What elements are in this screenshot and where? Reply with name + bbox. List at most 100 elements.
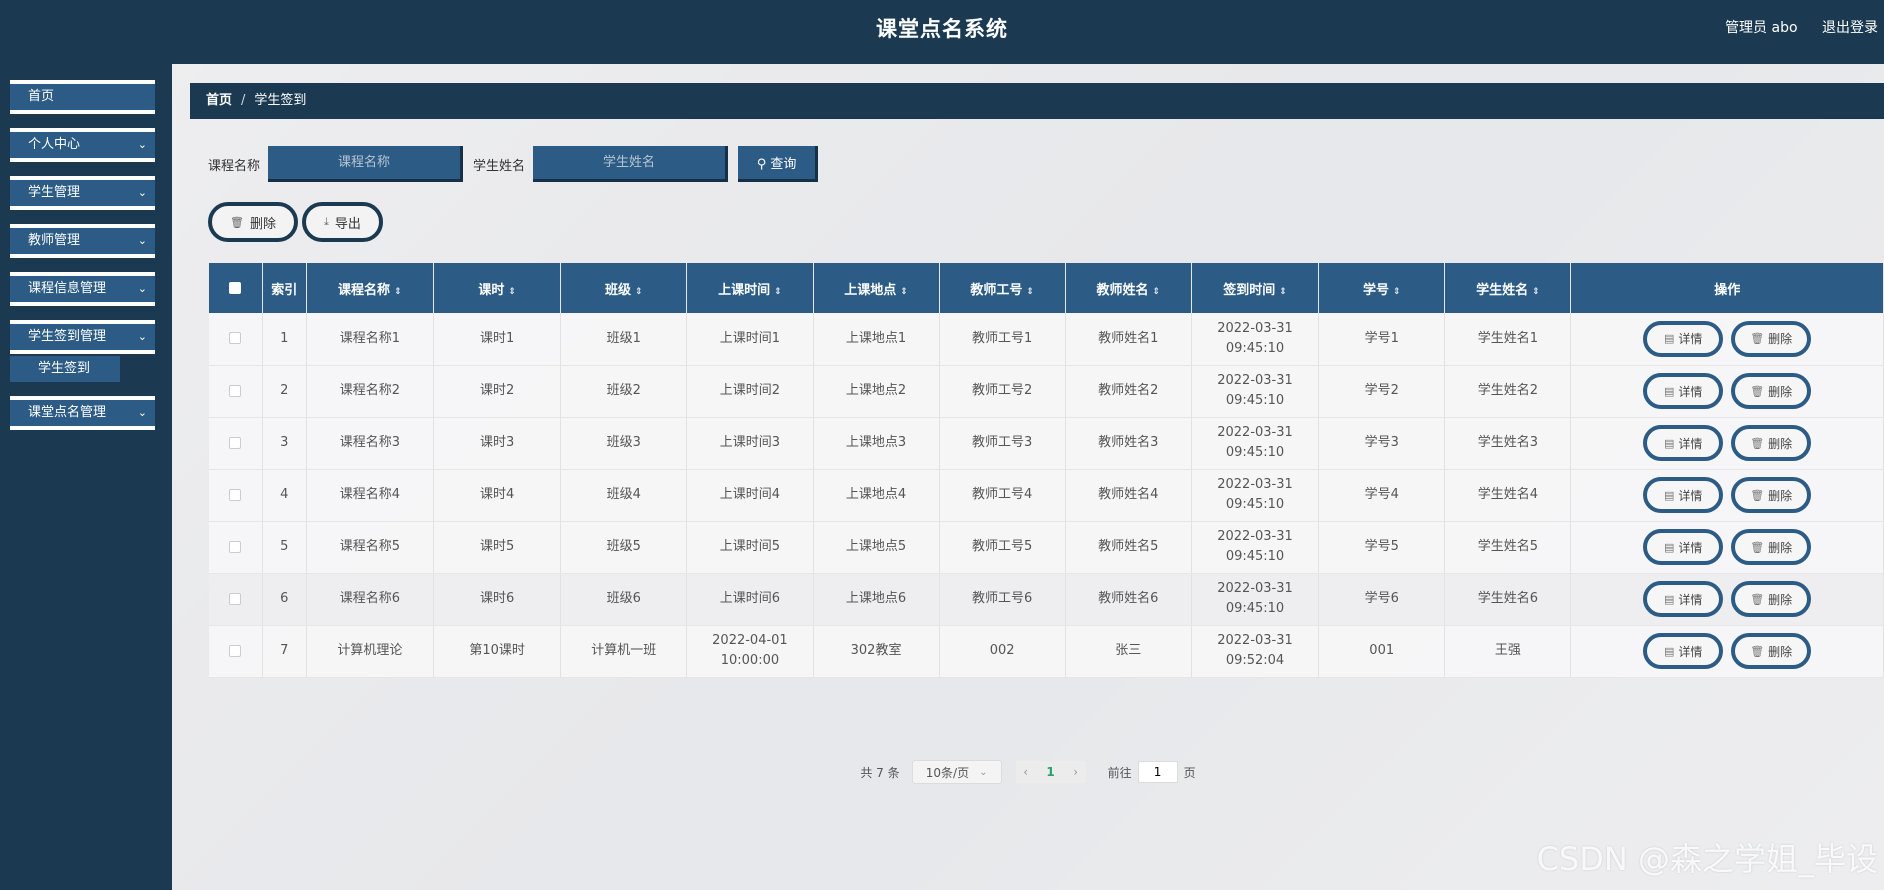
table-cell: 002	[939, 625, 1066, 678]
page-unit-label: 页	[1183, 765, 1196, 780]
table-cell: 班级1	[560, 313, 688, 366]
export-button[interactable]: ⤓ 导出	[301, 202, 383, 242]
table-cell: 班级6	[560, 573, 688, 626]
table-cell: 课程名称3	[306, 417, 434, 470]
sort-icon[interactable]: ⇕	[635, 287, 643, 297]
column-header[interactable]: 学号 ⇕	[1318, 263, 1446, 313]
column-header-label: 操作	[1714, 282, 1741, 298]
row-checkbox[interactable]	[229, 644, 242, 657]
table-cell: 班级4	[560, 469, 688, 522]
goto-page-input[interactable]	[1137, 761, 1178, 783]
row-checkbox[interactable]	[229, 592, 242, 605]
table-row: 1 课程名称1 课时1 班级1 上课时间1 上课地点1 教师工号1 教师姓名1 2022-03-…	[209, 313, 1884, 366]
column-header[interactable]: 教师工号 ⇕	[939, 263, 1066, 313]
table-cell: 5	[262, 521, 307, 574]
detail-button-label: 详情	[1678, 644, 1703, 659]
row-checkbox[interactable]	[229, 436, 242, 449]
column-header[interactable]: 教师姓名 ⇕	[1065, 263, 1192, 313]
row-checkbox[interactable]	[229, 540, 242, 553]
page-navigator: ‹ 1 ›	[1015, 761, 1086, 783]
breadcrumb-home[interactable]: 首页	[206, 93, 232, 108]
sidebar-item-4[interactable]: 课程信息管理 ⌄	[10, 272, 155, 306]
sort-icon[interactable]: ⇕	[1393, 287, 1401, 297]
query-button[interactable]: ⚲ 查询	[738, 146, 819, 182]
sidebar-item-label: 个人中心	[28, 137, 81, 152]
batch-delete-button[interactable]: 🗑 删除	[208, 202, 298, 242]
delete-button-label: 删除	[1768, 540, 1793, 555]
detail-button[interactable]: ▤ 详情	[1643, 633, 1724, 669]
sidebar-item-0[interactable]: 首页	[10, 80, 155, 114]
delete-button[interactable]: 🗑 删除	[1731, 477, 1812, 513]
table-cell: 2022-03-31 09:45:10	[1191, 573, 1320, 626]
student-name-input[interactable]	[533, 146, 729, 182]
sort-icon[interactable]: ⇕	[900, 287, 908, 297]
table-cell: 课时2	[433, 365, 562, 418]
sort-icon[interactable]: ⇕	[1532, 287, 1540, 297]
sort-icon[interactable]: ⇕	[1026, 287, 1034, 297]
delete-button[interactable]: 🗑 删除	[1731, 373, 1812, 409]
prev-page-icon[interactable]: ‹	[1016, 765, 1036, 779]
delete-button[interactable]: 🗑 删除	[1731, 633, 1812, 669]
delete-button[interactable]: 🗑 删除	[1731, 425, 1812, 461]
detail-button[interactable]: ▤ 详情	[1643, 477, 1724, 513]
table-cell: 课程名称1	[306, 313, 434, 366]
sort-icon[interactable]: ⇕	[1153, 287, 1161, 297]
goto-label: 前往	[1107, 765, 1132, 780]
table-row: 4 课程名称4 课时4 班级4 上课时间4 上课地点4 教师工号4 教师姓名4 2022-03-…	[209, 469, 1884, 522]
current-user: 管理员 abo	[1725, 20, 1798, 36]
delete-button[interactable]: 🗑 删除	[1731, 320, 1812, 357]
detail-button[interactable]: ▤ 详情	[1643, 529, 1724, 565]
next-page-icon[interactable]: ›	[1066, 765, 1086, 779]
table-cell: 课程名称2	[306, 365, 434, 418]
column-header[interactable]: 签到时间 ⇕	[1191, 263, 1320, 313]
table-cell: 学生姓名4	[1444, 469, 1572, 522]
logout-link[interactable]: 退出登录	[1822, 20, 1878, 36]
table-cell: 上课地点3	[813, 417, 940, 470]
sort-icon[interactable]: ⇕	[774, 287, 782, 297]
detail-button[interactable]: ▤ 详情	[1643, 373, 1724, 409]
column-header: 索引	[262, 263, 307, 313]
column-header[interactable]: 课程名称 ⇕	[306, 263, 434, 313]
course-name-input[interactable]	[268, 146, 464, 182]
row-checkbox[interactable]	[229, 488, 242, 501]
trash-icon: 🗑	[230, 215, 244, 229]
table-cell: 课时1	[433, 313, 562, 366]
trash-icon: 🗑	[1750, 384, 1765, 398]
sidebar-item-3[interactable]: 教师管理 ⌄	[10, 224, 155, 258]
column-header[interactable]: 课时 ⇕	[433, 263, 562, 313]
sidebar-item-2[interactable]: 学生管理 ⌄	[10, 176, 155, 210]
current-page[interactable]: 1	[1036, 765, 1066, 779]
table-cell: 学号3	[1318, 417, 1446, 470]
delete-button[interactable]: 🗑 删除	[1731, 529, 1812, 565]
sort-icon[interactable]: ⇕	[508, 287, 516, 297]
row-checkbox[interactable]	[229, 332, 242, 345]
column-header[interactable]: 上课时间 ⇕	[686, 263, 814, 313]
detail-button[interactable]: ▤ 详情	[1643, 320, 1724, 357]
detail-button-label: 详情	[1678, 384, 1703, 399]
chevron-down-icon: ⌄	[137, 138, 147, 151]
header-select-all	[209, 263, 263, 313]
detail-button[interactable]: ▤ 详情	[1643, 425, 1724, 461]
detail-button[interactable]: ▤ 详情	[1643, 581, 1724, 617]
breadcrumb: 首页 / 学生签到	[190, 83, 1884, 119]
pagination: 共 7 条 10条/页 ⌄ ‹ 1 › 前往 页	[172, 760, 1884, 784]
sort-icon[interactable]: ⇕	[394, 287, 402, 297]
trash-icon: 🗑	[1750, 332, 1765, 346]
column-header[interactable]: 学生姓名 ⇕	[1444, 263, 1572, 313]
column-header[interactable]: 上课地点 ⇕	[813, 263, 940, 313]
page-size-select[interactable]: 10条/页 ⌄	[911, 760, 1002, 784]
column-header[interactable]: 班级 ⇕	[560, 263, 688, 313]
sidebar-item-6[interactable]: 课堂点名管理 ⌄	[10, 396, 155, 430]
select-all-checkbox[interactable]	[229, 282, 242, 294]
row-checkbox[interactable]	[229, 384, 242, 397]
action-bar: 🗑 删除 ⤓ 导出	[208, 202, 387, 242]
sidebar-item-5[interactable]: 学生签到管理 ⌄	[10, 320, 155, 354]
delete-button[interactable]: 🗑 删除	[1731, 581, 1812, 617]
column-header-label: 学号	[1362, 282, 1389, 298]
table-cell: 教师姓名6	[1065, 573, 1192, 626]
sort-icon[interactable]: ⇕	[1279, 287, 1287, 297]
sidebar-item-1[interactable]: 个人中心 ⌄	[10, 128, 155, 162]
sidebar-item-label: 课程信息管理	[28, 281, 107, 296]
column-header-label: 索引	[271, 282, 298, 298]
sidebar-subitem-student-signin[interactable]: 学生签到	[10, 356, 120, 382]
